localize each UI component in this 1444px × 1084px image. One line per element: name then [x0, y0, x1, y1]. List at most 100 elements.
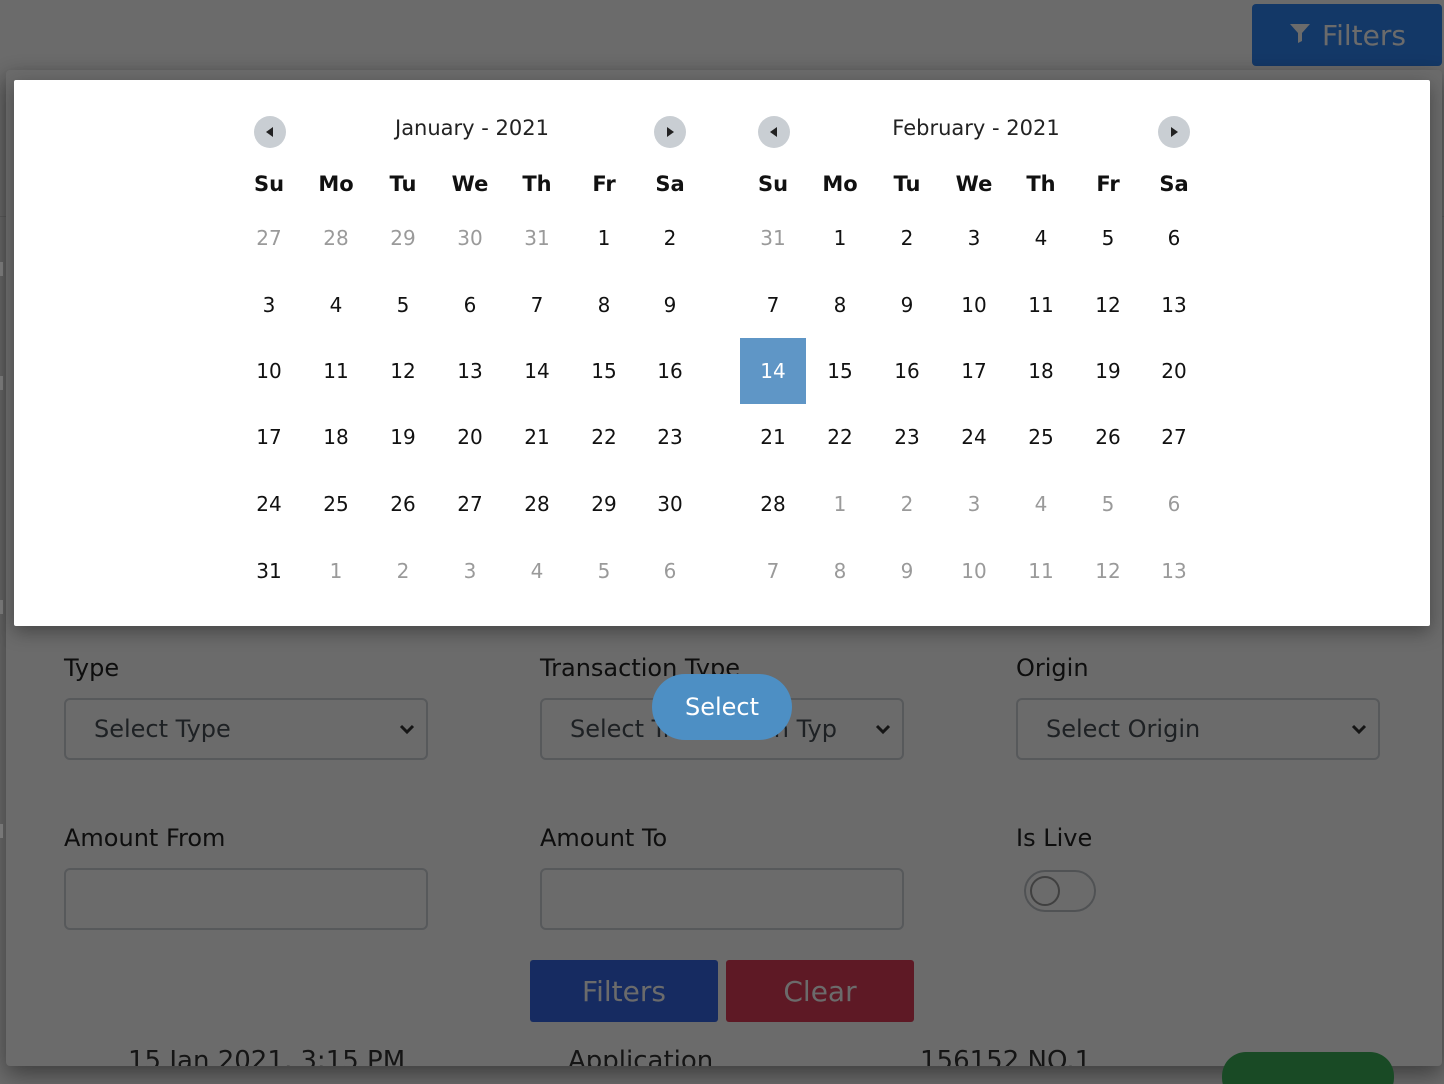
calendar-day[interactable]: 11: [1008, 272, 1074, 338]
is-live-toggle[interactable]: [1024, 870, 1096, 912]
calendar-day[interactable]: 29: [370, 205, 436, 271]
calendar-day[interactable]: 26: [370, 471, 436, 537]
calendar-day[interactable]: 28: [740, 471, 806, 537]
calendar-day[interactable]: 4: [303, 272, 369, 338]
calendar-day[interactable]: 15: [571, 338, 637, 404]
calendar-day[interactable]: 8: [807, 538, 873, 604]
calendar-day[interactable]: 1: [807, 471, 873, 537]
calendar-day[interactable]: 27: [236, 205, 302, 271]
apply-filters-button[interactable]: Filters: [530, 960, 718, 1022]
weekday-header: We: [451, 172, 489, 196]
amount-to-input[interactable]: [540, 868, 904, 930]
calendar-day[interactable]: 29: [571, 471, 637, 537]
calendar-day[interactable]: 31: [740, 205, 806, 271]
calendar-day[interactable]: 6: [637, 538, 703, 604]
calendar-day[interactable]: 1: [571, 205, 637, 271]
calendar-day[interactable]: 2: [637, 205, 703, 271]
prev-month-button[interactable]: [758, 116, 790, 148]
calendar-day[interactable]: 7: [740, 538, 806, 604]
next-month-button[interactable]: [1158, 116, 1190, 148]
prev-month-button[interactable]: [254, 116, 286, 148]
amount-from-input[interactable]: [64, 868, 428, 930]
calendar-day[interactable]: 7: [504, 272, 570, 338]
calendar-day[interactable]: 5: [571, 538, 637, 604]
calendar-day[interactable]: 19: [370, 404, 436, 470]
calendar-day[interactable]: 3: [941, 471, 1007, 537]
calendar-day[interactable]: 25: [303, 471, 369, 537]
next-month-button[interactable]: [654, 116, 686, 148]
calendar-day[interactable]: 9: [874, 538, 940, 604]
calendar-day[interactable]: 5: [1075, 205, 1141, 271]
calendar-day[interactable]: 10: [236, 338, 302, 404]
calendar-day[interactable]: 22: [807, 404, 873, 470]
weekday-header: Mo: [318, 172, 354, 196]
calendar-day[interactable]: 17: [941, 338, 1007, 404]
calendar-day[interactable]: 27: [437, 471, 503, 537]
calendar-day[interactable]: 8: [571, 272, 637, 338]
calendar-day[interactable]: 5: [1075, 471, 1141, 537]
row-source: Application: [568, 1046, 714, 1066]
calendar-day[interactable]: 3: [941, 205, 1007, 271]
calendar-day[interactable]: 18: [1008, 338, 1074, 404]
calendar-day[interactable]: 6: [437, 272, 503, 338]
calendar-day[interactable]: 2: [874, 205, 940, 271]
calendar-day[interactable]: 19: [1075, 338, 1141, 404]
calendar-day[interactable]: 9: [874, 272, 940, 338]
calendar-day[interactable]: 17: [236, 404, 302, 470]
calendar-day[interactable]: 12: [1075, 272, 1141, 338]
calendar-day[interactable]: 20: [1141, 338, 1207, 404]
calendar-day[interactable]: 2: [874, 471, 940, 537]
calendar-day[interactable]: 13: [437, 338, 503, 404]
calendar-day[interactable]: 16: [637, 338, 703, 404]
calendar-day[interactable]: 1: [303, 538, 369, 604]
calendar-day[interactable]: 12: [370, 338, 436, 404]
calendar-day[interactable]: 24: [941, 404, 1007, 470]
calendar-day[interactable]: 8: [807, 272, 873, 338]
calendar-day[interactable]: 18: [303, 404, 369, 470]
calendar-day[interactable]: 1: [807, 205, 873, 271]
calendar-day[interactable]: 10: [941, 272, 1007, 338]
calendar-day[interactable]: 10: [941, 538, 1007, 604]
calendar-day[interactable]: 23: [874, 404, 940, 470]
calendar-day[interactable]: 14: [504, 338, 570, 404]
calendar-day[interactable]: 24: [236, 471, 302, 537]
calendar-day[interactable]: 3: [437, 538, 503, 604]
calendar-day[interactable]: 13: [1141, 272, 1207, 338]
calendar-day[interactable]: 22: [571, 404, 637, 470]
calendar-day[interactable]: 4: [504, 538, 570, 604]
clear-button[interactable]: Clear: [726, 960, 914, 1022]
calendar-day[interactable]: 12: [1075, 538, 1141, 604]
origin-select[interactable]: Select Origin: [1016, 698, 1380, 760]
type-select[interactable]: Select Type: [64, 698, 428, 760]
calendar-day[interactable]: 28: [303, 205, 369, 271]
calendar-day[interactable]: 3: [236, 272, 302, 338]
calendar-day[interactable]: 2: [370, 538, 436, 604]
calendar-day[interactable]: 16: [874, 338, 940, 404]
calendar-day[interactable]: 23: [637, 404, 703, 470]
calendar-day[interactable]: 21: [504, 404, 570, 470]
calendar-day[interactable]: 30: [437, 205, 503, 271]
calendar-day[interactable]: 27: [1141, 404, 1207, 470]
calendar-day[interactable]: 5: [370, 272, 436, 338]
calendar-day[interactable]: 7: [740, 272, 806, 338]
calendar-day[interactable]: 28: [504, 471, 570, 537]
calendar-day[interactable]: 31: [504, 205, 570, 271]
calendar-day[interactable]: 6: [1141, 205, 1207, 271]
calendar-day[interactable]: 26: [1075, 404, 1141, 470]
select-date-button[interactable]: Select: [652, 674, 792, 740]
calendar-day[interactable]: 4: [1008, 471, 1074, 537]
calendar-day[interactable]: 30: [637, 471, 703, 537]
calendar-day[interactable]: 31: [236, 538, 302, 604]
calendar-day[interactable]: 25: [1008, 404, 1074, 470]
calendar-day[interactable]: 11: [303, 338, 369, 404]
calendar-day[interactable]: 21: [740, 404, 806, 470]
calendar-day[interactable]: 6: [1141, 471, 1207, 537]
calendar-day[interactable]: 15: [807, 338, 873, 404]
calendar-day[interactable]: 20: [437, 404, 503, 470]
calendar-day[interactable]: 11: [1008, 538, 1074, 604]
filters-toggle-button[interactable]: Filters: [1252, 4, 1442, 66]
calendar-day[interactable]: 9: [637, 272, 703, 338]
calendar-day[interactable]: 4: [1008, 205, 1074, 271]
calendar-day-selected[interactable]: 14: [740, 338, 806, 404]
calendar-day[interactable]: 13: [1141, 538, 1207, 604]
